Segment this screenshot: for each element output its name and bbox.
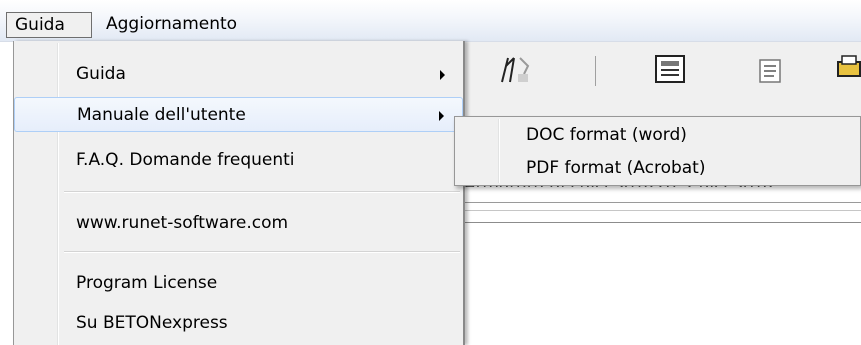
- menu-item-program-license[interactable]: Program License: [14, 266, 463, 301]
- menu-bar: Guida Aggiornamento: [0, 0, 861, 42]
- guida-dropdown-menu: Guida Manuale dell'utente F.A.Q. Domande…: [13, 41, 465, 345]
- text-document-icon[interactable]: [752, 52, 788, 86]
- menu-item-guida[interactable]: Guida: [14, 57, 463, 92]
- divider: [464, 202, 861, 203]
- menu-item-manuale-utente[interactable]: Manuale dell'utente: [14, 97, 463, 132]
- menu-item-website[interactable]: www.runet-software.com: [14, 206, 463, 241]
- menu-separator: [64, 191, 460, 193]
- toolbar-separator: [595, 56, 596, 86]
- menu-item-su-betonexpress[interactable]: Su BETONexpress: [14, 306, 463, 341]
- submenu-arrow-icon: [439, 111, 444, 121]
- app-background: Armatura di calcestruzzo, Calcestruz: [464, 42, 861, 345]
- menu-item-label: F.A.Q. Domande frequenti: [76, 150, 295, 170]
- printer-icon[interactable]: [836, 52, 861, 86]
- submenu-item-pdf-format[interactable]: PDF format (Acrobat): [455, 151, 860, 185]
- menu-item-label: www.runet-software.com: [76, 213, 289, 233]
- menu-item-label: Program License: [76, 273, 218, 293]
- divider: [464, 222, 861, 223]
- document-view-icon[interactable]: [652, 52, 688, 86]
- rebar-tool-icon[interactable]: [498, 52, 534, 86]
- menubar-guida[interactable]: Guida: [6, 12, 92, 38]
- submenu-arrow-icon: [440, 70, 445, 80]
- manuale-submenu: DOC format (word) PDF format (Acrobat): [454, 116, 861, 186]
- submenu-item-label: PDF format (Acrobat): [526, 158, 706, 178]
- divider: [464, 210, 861, 211]
- menu-item-label: Su BETONexpress: [76, 313, 228, 333]
- menu-item-label: Guida: [76, 64, 126, 84]
- menu-item-label: Manuale dell'utente: [77, 105, 246, 125]
- menu-item-faq[interactable]: F.A.Q. Domande frequenti: [14, 143, 463, 178]
- menubar-aggiornamento[interactable]: Aggiornamento: [98, 12, 245, 38]
- submenu-item-doc-format[interactable]: DOC format (word): [455, 118, 860, 152]
- menu-separator: [64, 251, 460, 253]
- submenu-item-label: DOC format (word): [526, 125, 687, 145]
